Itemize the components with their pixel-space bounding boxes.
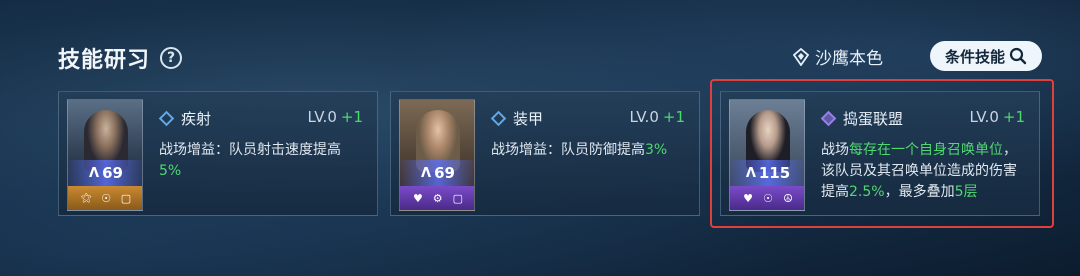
skill-description: 战场增益：队员射击速度提高 5%: [159, 140, 359, 182]
skill-level-label: LV.0: [629, 108, 659, 126]
skill-name: 装甲: [513, 110, 544, 128]
skill-level-plus: +1: [1002, 108, 1025, 126]
rarity-bar-purple: ♥ ⚙ ▢: [400, 186, 474, 210]
section-header: 技能研习 ?: [58, 42, 183, 74]
rarity-bar-gold: ⚝ ☉ ▢: [68, 186, 142, 210]
rarity-bar-purple: ♥ ☉ ☮: [730, 186, 804, 210]
condition-skill-label: 条件技能: [944, 47, 1005, 66]
skill-card-3[interactable]: Λ 115 ♥ ☉ ☮ 捣蛋联盟 LV.0 +1 战场每存在一个自身召唤单位，该队…: [720, 91, 1040, 216]
character-portrait: Λ 115 ♥ ☉ ☮: [729, 99, 805, 211]
skill-level-label: LV.0: [307, 108, 337, 126]
class-icon: ♥: [412, 191, 423, 205]
skill-header: 疾射: [158, 108, 212, 129]
help-icon[interactable]: ?: [160, 47, 183, 69]
character-portrait: Λ 69 ♥ ⚙ ▢: [399, 99, 475, 211]
skill-diamond-icon: [490, 110, 507, 127]
role-icon: ⚙: [432, 191, 443, 205]
skill-diamond-icon: [158, 110, 175, 127]
skill-name: 疾射: [181, 110, 212, 128]
skill-name: 捣蛋联盟: [843, 110, 904, 128]
role-icon: ☉: [763, 191, 773, 205]
character-portrait: Λ 69 ⚝ ☉ ▢: [67, 99, 143, 211]
skin-name: 沙鹰本色: [815, 49, 883, 69]
skill-level-label: LV.0: [969, 108, 999, 126]
page-title: 技能研习: [58, 48, 151, 73]
skill-level: LV.0 +1: [970, 108, 1025, 126]
skill-level-plus: +1: [662, 108, 685, 126]
skill-card-1[interactable]: Λ 69 ⚝ ☉ ▢ 疾射 LV.0 +1 战场增益：队员射击速度提高 5%: [58, 91, 378, 216]
class-icon: ♥: [743, 191, 753, 205]
skill-level-plus: +1: [340, 108, 363, 126]
desc-highlight: 3%: [645, 142, 668, 158]
character-level: Λ 69: [400, 160, 474, 186]
element-icon: ☮: [783, 191, 793, 205]
level-chevron-icon: Λ: [421, 165, 432, 181]
class-icon: ⚝: [80, 191, 92, 204]
desc-text: 战场: [821, 142, 849, 158]
element-icon: ▢: [120, 191, 132, 205]
skill-description: 战场增益：队员防御提高3%: [491, 140, 691, 161]
skin-label[interactable]: 沙鹰本色: [793, 44, 883, 69]
character-level: Λ 69: [68, 160, 142, 186]
desc-highlight: 每存在一个自身召唤单位: [849, 142, 1003, 158]
element-icon: ▢: [452, 191, 463, 205]
desc-highlight: 2.5%: [849, 184, 885, 200]
skill-card-2[interactable]: Λ 69 ♥ ⚙ ▢ 装甲 LV.0 +1 战场增益：队员防御提高3%: [390, 91, 700, 216]
skill-level: LV.0 +1: [308, 108, 363, 126]
skill-header: 捣蛋联盟: [820, 108, 904, 129]
desc-text: ，最多叠加: [884, 184, 955, 200]
level-value: 115: [758, 164, 791, 182]
desc-highlight: 5层: [954, 184, 978, 200]
desc-highlight: 5%: [159, 163, 182, 179]
desc-text: 战场增益：队员射击速度提高: [159, 142, 341, 158]
skill-level: LV.0 +1: [630, 108, 685, 126]
level-value: 69: [434, 164, 455, 182]
diamond-badge-icon: [793, 47, 809, 66]
condition-skill-button[interactable]: 条件技能: [930, 41, 1042, 71]
level-value: 69: [102, 164, 123, 182]
level-chevron-icon: Λ: [89, 165, 100, 181]
skill-description: 战场每存在一个自身召唤单位，该队员及其召唤单位造成的伤害提高2.5%，最多叠加5…: [821, 140, 1021, 203]
skill-diamond-icon: [820, 110, 837, 127]
role-icon: ☉: [101, 191, 112, 205]
desc-text: 战场增益：队员防御提高: [491, 142, 645, 158]
character-level: Λ 115: [730, 160, 804, 186]
skill-header: 装甲: [490, 108, 544, 129]
level-chevron-icon: Λ: [745, 165, 756, 181]
search-icon: [1009, 47, 1027, 65]
